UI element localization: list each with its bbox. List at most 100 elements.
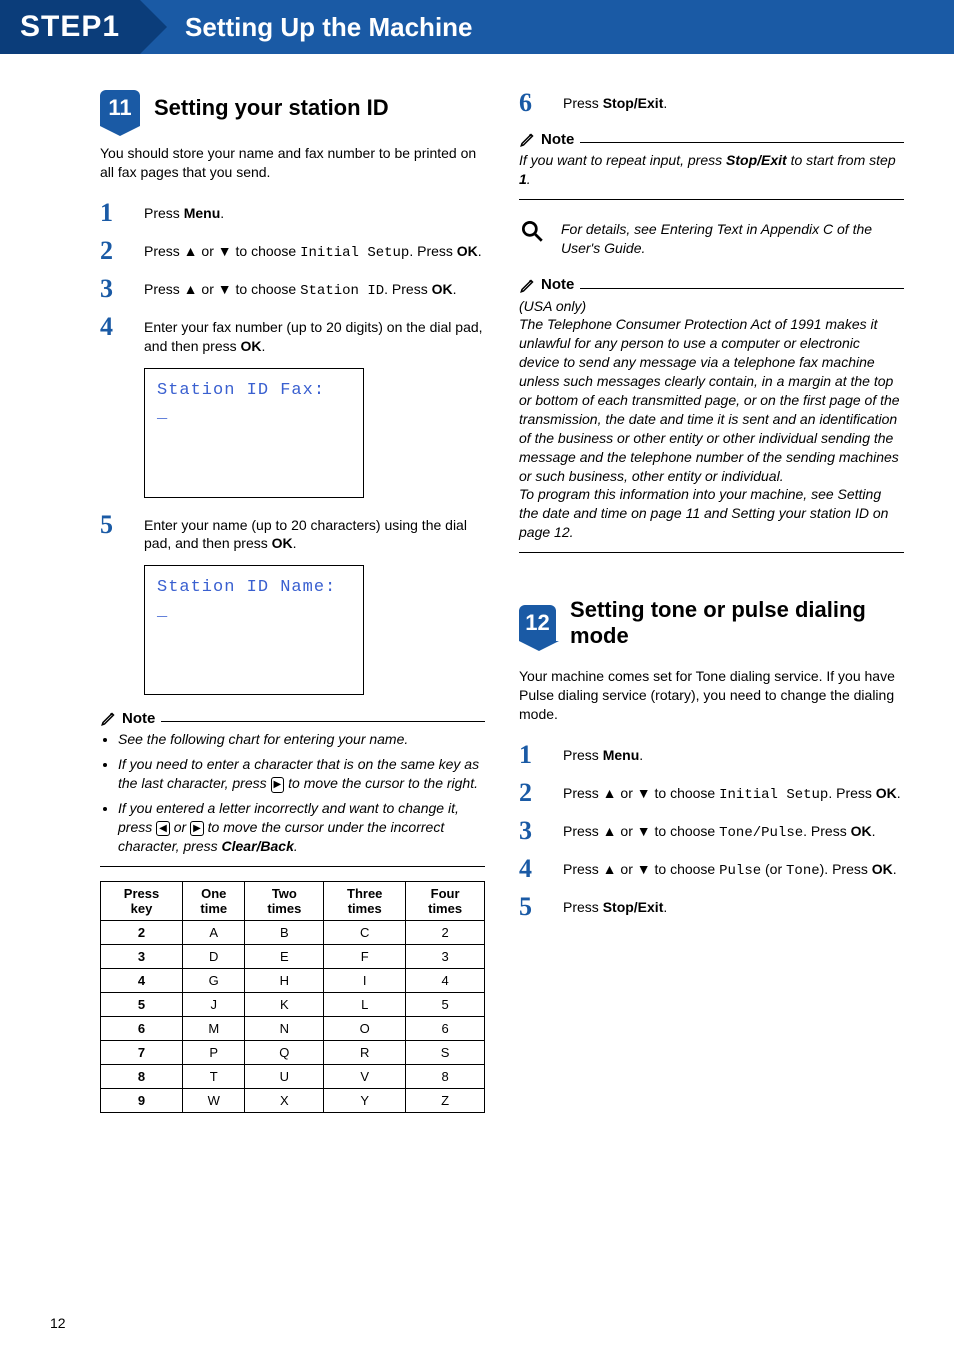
step-2: 2 Press ▲ or ▼ to choose Initial Setup. …: [100, 238, 485, 264]
table-cell: L: [324, 992, 406, 1016]
t: If you want to repeat input, press: [519, 152, 726, 168]
table-header: Twotimes: [245, 881, 324, 920]
t: Clear/Back: [222, 838, 294, 854]
t: OK: [272, 535, 293, 551]
table-cell: S: [406, 1040, 485, 1064]
section-12-intro: Your machine comes set for Tone dialing …: [519, 667, 904, 724]
step-body: Press ▲ or ▼ to choose Station ID. Press…: [144, 276, 456, 302]
arrow-icon: [140, 0, 167, 54]
t: Press ▲ or ▼ to choose: [144, 243, 300, 259]
magnifier-icon: [519, 218, 547, 258]
t: . Press: [409, 243, 456, 259]
table-cell: R: [324, 1040, 406, 1064]
table-row: 6MNO6: [101, 1016, 485, 1040]
lcd-screen-fax: Station ID Fax: _: [144, 368, 364, 498]
left-column: 11 Setting your station ID You should st…: [100, 90, 485, 1113]
table-cell: 3: [101, 944, 183, 968]
t: or: [170, 819, 190, 835]
table-cell: I: [324, 968, 406, 992]
right-column: 6 Press Stop/Exit. Note If you want to r…: [519, 90, 904, 1113]
t: OK: [241, 338, 262, 354]
t: Enter your name (up to 20 characters) us…: [144, 517, 467, 552]
step-body: Enter your name (up to 20 characters) us…: [144, 512, 485, 554]
step-number: 2: [519, 780, 549, 806]
table-row: 9WXYZ: [101, 1088, 485, 1112]
step-12-5: 5 Press Stop/Exit.: [519, 894, 904, 920]
table-row: 4GHI4: [101, 968, 485, 992]
table-cell: W: [183, 1088, 245, 1112]
t: The Telephone Consumer Protection Act of…: [519, 315, 904, 485]
left-key-icon: ◀: [156, 821, 170, 837]
t: .: [893, 861, 897, 877]
table-cell: 2: [101, 920, 183, 944]
table-cell: 2: [406, 920, 485, 944]
banner-title: Setting Up the Machine: [167, 12, 472, 43]
reference-box: For details, see Entering Text in Append…: [519, 218, 904, 258]
table-cell: F: [324, 944, 406, 968]
t: .: [663, 899, 667, 915]
t: Note: [541, 131, 574, 148]
table-cell: A: [183, 920, 245, 944]
t: . Press: [828, 785, 875, 801]
step-number: 2: [100, 238, 130, 264]
table-cell: G: [183, 968, 245, 992]
t: Pulse: [719, 863, 761, 879]
table-cell: 3: [406, 944, 485, 968]
table-header: Threetimes: [324, 881, 406, 920]
t: Press: [563, 899, 603, 915]
pencil-icon: [519, 130, 537, 148]
t: Press: [563, 95, 603, 111]
t: Press ▲ or ▼ to choose: [563, 861, 719, 877]
note-bullet: See the following chart for entering you…: [118, 730, 485, 749]
step-number: 5: [519, 894, 549, 920]
t: .: [478, 243, 482, 259]
step-body: Press Stop/Exit.: [563, 894, 667, 920]
table-cell: 6: [406, 1016, 485, 1040]
table-cell: M: [183, 1016, 245, 1040]
step-4: 4 Enter your fax number (up to 20 digits…: [100, 314, 485, 356]
step-label: STEP1: [0, 0, 140, 54]
t: Press: [563, 747, 603, 763]
t: Tone: [786, 863, 820, 879]
t: OK: [872, 861, 893, 877]
reference-text: For details, see Entering Text in Append…: [561, 218, 904, 258]
t: Stop/Exit: [603, 899, 664, 915]
note-content: See the following chart for entering you…: [100, 730, 485, 855]
lcd-screen-name: Station ID Name: _: [144, 565, 364, 695]
table-cell: H: [245, 968, 324, 992]
table-cell: Q: [245, 1040, 324, 1064]
t: OK: [851, 823, 872, 839]
key-entry-table: PresskeyOnetimeTwotimesThreetimesFourtim…: [100, 881, 485, 1113]
table-cell: T: [183, 1064, 245, 1088]
t: Stop/Exit: [726, 152, 787, 168]
t: .: [527, 171, 531, 187]
t: .: [293, 535, 297, 551]
t: Tone/Pulse: [719, 825, 803, 841]
t: .: [872, 823, 876, 839]
t: Menu: [184, 205, 221, 221]
table-header: Presskey: [101, 881, 183, 920]
step-3: 3 Press ▲ or ▼ to choose Station ID. Pre…: [100, 276, 485, 302]
t: to move the cursor to the right.: [284, 775, 478, 791]
table-cell: Y: [324, 1088, 406, 1112]
table-cell: 7: [101, 1040, 183, 1064]
table-row: 3DEF3: [101, 944, 485, 968]
step-body: Enter your fax number (up to 20 digits) …: [144, 314, 485, 356]
t: . Press: [803, 823, 850, 839]
t: Menu: [603, 747, 640, 763]
table-cell: J: [183, 992, 245, 1016]
step-6: 6 Press Stop/Exit.: [519, 90, 904, 116]
table-row: 2ABC2: [101, 920, 485, 944]
t: ). Press: [820, 861, 872, 877]
note-label: Note: [519, 130, 580, 148]
section-11-title: Setting your station ID: [154, 95, 389, 121]
step-body: Press ▲ or ▼ to choose Tone/Pulse. Press…: [563, 818, 875, 844]
t: Station ID: [300, 283, 384, 299]
page-number: 12: [50, 1315, 66, 1331]
note-content: (USA only) The Telephone Consumer Protec…: [519, 297, 904, 543]
t: 1: [519, 171, 527, 187]
step-12-3: 3 Press ▲ or ▼ to choose Tone/Pulse. Pre…: [519, 818, 904, 844]
t: to start from step: [787, 152, 896, 168]
t: .: [453, 281, 457, 297]
step-number: 3: [100, 276, 130, 302]
